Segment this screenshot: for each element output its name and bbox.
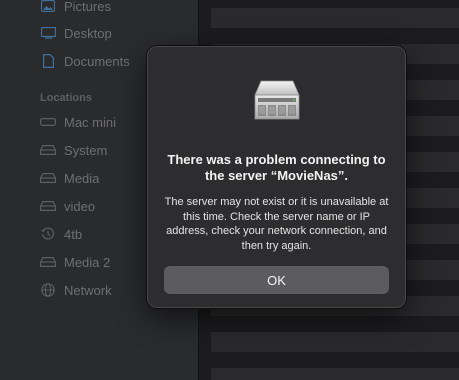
drive-icon xyxy=(40,170,56,186)
sidebar-item-label: video xyxy=(64,198,96,214)
sidebar-item-media-2[interactable]: Media 2 xyxy=(40,251,110,273)
sidebar-item-video[interactable]: video xyxy=(40,195,95,217)
sidebar-item-label: Mac mini xyxy=(64,114,117,130)
ok-button[interactable]: OK xyxy=(164,266,389,294)
dialog-message: The server may not exist or it is unavai… xyxy=(164,196,389,252)
sidebar-item-label: System xyxy=(64,142,108,158)
sidebar-item-4tb[interactable]: 4tb xyxy=(40,223,82,245)
sidebar-item-pictures[interactable]: Pictures xyxy=(40,0,111,17)
connection-error-dialog: There was a problem connecting to the se… xyxy=(147,46,406,308)
dialog-title: There was a problem connecting to the se… xyxy=(167,152,386,183)
list-row-stripe xyxy=(211,332,459,352)
sidebar-item-media[interactable]: Media xyxy=(40,167,99,189)
drive-icon xyxy=(40,254,56,270)
sidebar-item-label: Media xyxy=(64,170,100,186)
sidebar-item-label: Media 2 xyxy=(64,254,111,270)
server-icon xyxy=(247,77,307,127)
sidebar-item-label: Pictures xyxy=(64,0,111,14)
time-machine-icon xyxy=(40,226,56,242)
finder-window: Pictures Desktop Documents Locations Mac… xyxy=(0,0,459,380)
list-row-stripe xyxy=(211,368,459,380)
sidebar-item-label: Desktop xyxy=(64,25,112,41)
sidebar-item-label: Network xyxy=(64,282,112,298)
sidebar-item-label: 4tb xyxy=(64,226,83,242)
pictures-icon xyxy=(40,0,56,14)
desktop-icon xyxy=(40,25,56,41)
network-icon xyxy=(40,282,56,298)
locations-header: Locations xyxy=(40,92,92,104)
drive-icon xyxy=(40,198,56,214)
sidebar-item-label: Documents xyxy=(64,53,130,69)
computer-icon xyxy=(40,114,56,130)
sidebar-item-documents[interactable]: Documents xyxy=(40,50,130,72)
sidebar-item-network[interactable]: Network xyxy=(40,279,112,301)
sidebar-item-system[interactable]: System xyxy=(40,139,107,161)
list-row-stripe xyxy=(211,8,459,28)
sidebar-item-desktop[interactable]: Desktop xyxy=(40,22,112,44)
sidebar-item-mac-mini[interactable]: Mac mini xyxy=(40,111,116,133)
document-icon xyxy=(40,53,56,69)
drive-icon xyxy=(40,142,56,158)
